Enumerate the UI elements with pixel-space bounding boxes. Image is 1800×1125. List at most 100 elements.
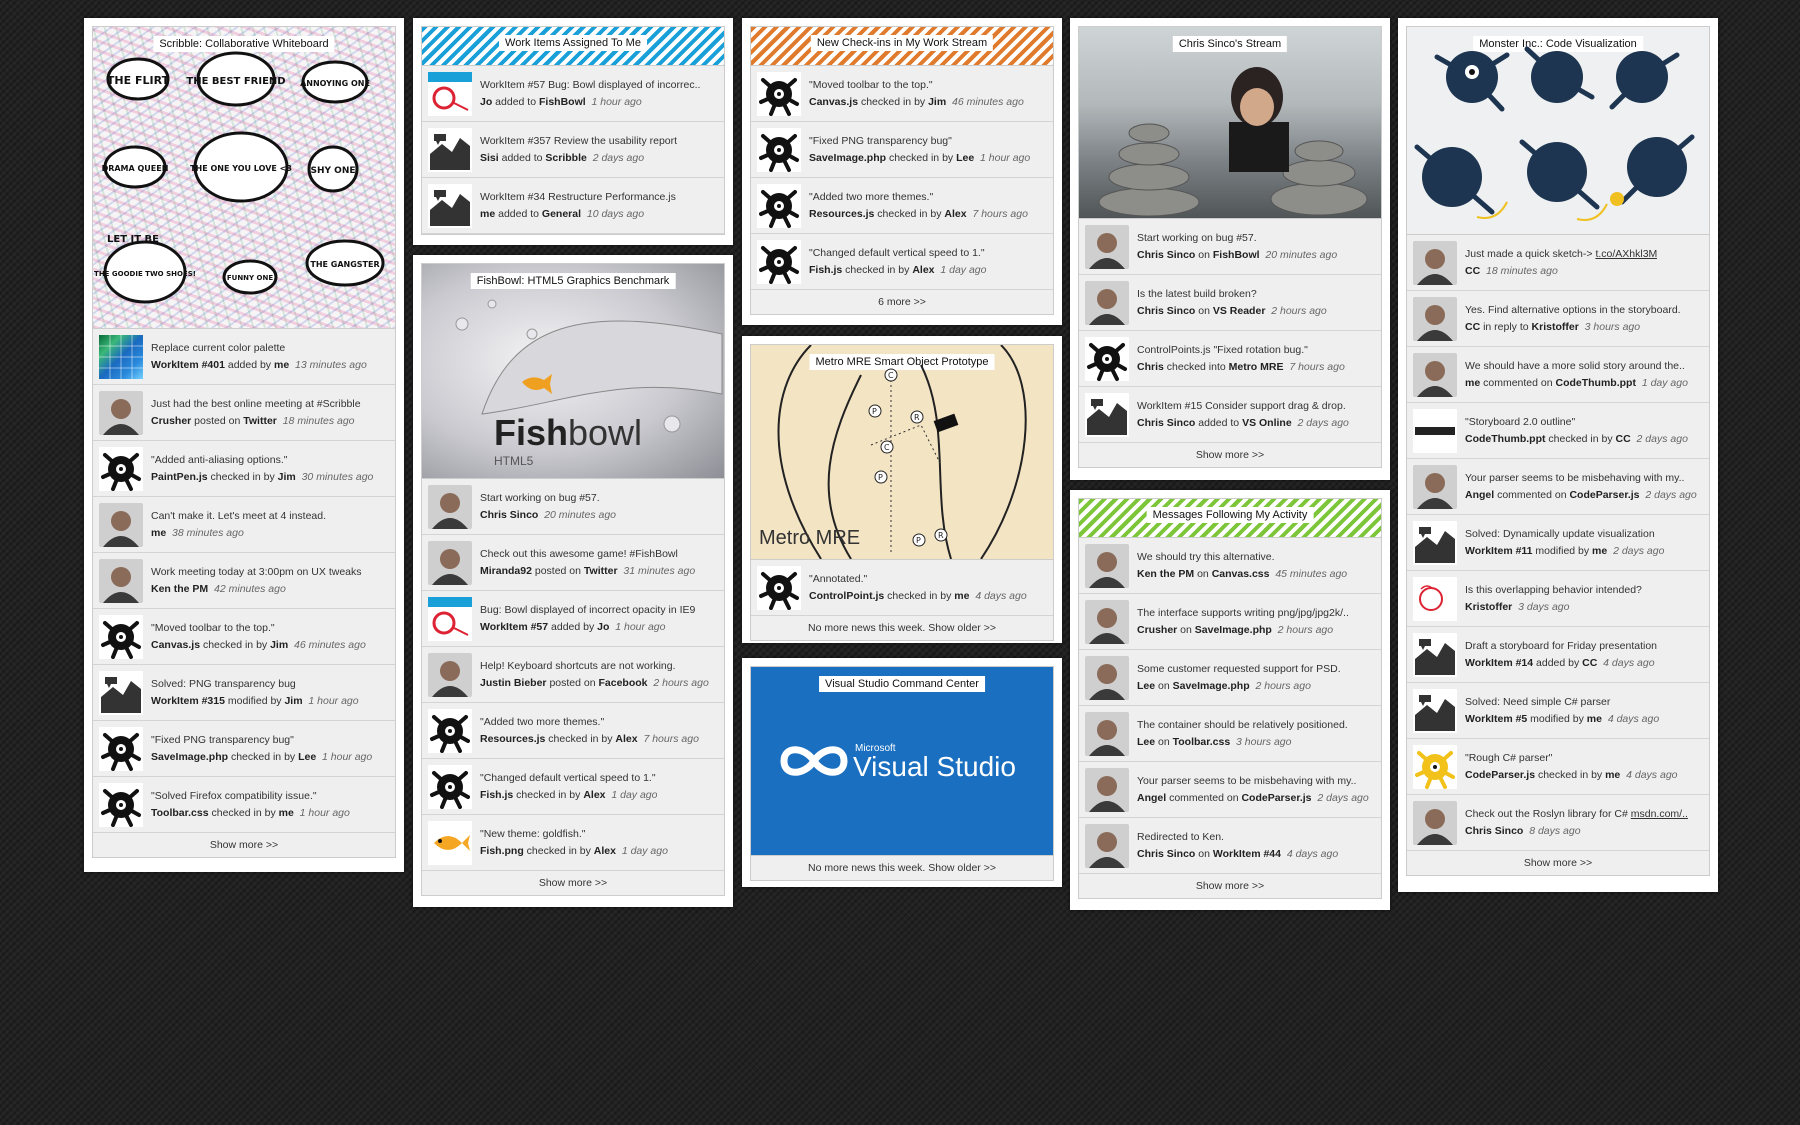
feed-item[interactable]: Yes. Find alternative options in the sto… bbox=[1407, 291, 1709, 347]
feed-item-source[interactable]: CC bbox=[1465, 265, 1480, 277]
feed-item-source[interactable]: Resources.js bbox=[480, 733, 545, 745]
feed-item-source[interactable]: Angel bbox=[1137, 792, 1166, 804]
feed-item-target[interactable]: Jim bbox=[284, 695, 302, 707]
feed-item-target[interactable]: CC bbox=[1582, 657, 1597, 669]
feed-item[interactable]: The container should be relatively posit… bbox=[1079, 706, 1381, 762]
vs-hero[interactable]: Visual Studio Command Center Microsoft V… bbox=[751, 667, 1053, 856]
feed-item-target[interactable]: me bbox=[1592, 545, 1607, 557]
feed-item[interactable]: Draft a storyboard for Friday presentati… bbox=[1407, 627, 1709, 683]
checkins-show-more[interactable]: 6 more >> bbox=[751, 290, 1053, 314]
feed-item-source[interactable]: Chris Sinco bbox=[1137, 848, 1195, 860]
feed-item-source[interactable]: Angel bbox=[1465, 489, 1494, 501]
feed-item-source[interactable]: WorkItem #315 bbox=[151, 695, 225, 707]
feed-item-target[interactable]: Jim bbox=[270, 639, 288, 651]
feed-item[interactable]: "Fixed PNG transparency bug" SaveImage.ph… bbox=[751, 122, 1053, 178]
feed-item-target[interactable]: me bbox=[1587, 713, 1602, 725]
feed-item[interactable]: Redirected to Ken. Chris Sinco on WorkIte… bbox=[1079, 818, 1381, 874]
feed-item-target[interactable]: Alex bbox=[944, 208, 966, 220]
feed-item-link[interactable]: t.co/AXhkl3M bbox=[1595, 248, 1657, 260]
feed-item-target[interactable]: CodeParser.js bbox=[1241, 792, 1311, 804]
feed-item-source[interactable]: Chris Sinco bbox=[480, 509, 538, 521]
feed-item[interactable]: Help! Keyboard shortcuts are not working… bbox=[422, 647, 724, 703]
feed-item-target[interactable]: Kristoffer bbox=[1532, 321, 1579, 333]
feed-item[interactable]: WorkItem #57 Bug: Bowl displayed of inco… bbox=[422, 66, 724, 122]
feed-item-target[interactable]: VS Online bbox=[1242, 417, 1292, 429]
feed-item-target[interactable]: SaveImage.php bbox=[1173, 680, 1250, 692]
feed-item[interactable]: "Changed default vertical speed to 1." Fi… bbox=[422, 759, 724, 815]
feed-item[interactable]: Just made a quick sketch-> t.co/AXhkl3M C… bbox=[1407, 235, 1709, 291]
feed-item-target[interactable]: Metro MRE bbox=[1229, 361, 1284, 373]
feed-item-source[interactable]: Crusher bbox=[151, 415, 191, 427]
feed-item-target[interactable]: Alex bbox=[594, 845, 616, 857]
feed-item-source[interactable]: Resources.js bbox=[809, 208, 874, 220]
feed-item-target[interactable]: me bbox=[274, 359, 289, 371]
chris-hero-photo[interactable]: Chris Sinco's Stream bbox=[1079, 27, 1381, 219]
feed-item[interactable]: Start working on bug #57. Chris Sinco 20 … bbox=[422, 479, 724, 535]
feed-item-link[interactable]: msdn.com/.. bbox=[1631, 808, 1688, 820]
feed-item-target[interactable]: WorkItem #44 bbox=[1213, 848, 1281, 860]
feed-item-source[interactable]: Chris Sinco bbox=[1137, 305, 1195, 317]
feed-item-source[interactable]: ControlPoint.js bbox=[809, 590, 884, 602]
metro-show-older[interactable]: No more news this week. Show older >> bbox=[751, 616, 1053, 640]
scribble-hero[interactable]: Scribble: Collaborative Whiteboard THE F… bbox=[93, 27, 395, 329]
feed-item[interactable]: Is the latest build broken? Chris Sinco o… bbox=[1079, 275, 1381, 331]
feed-item[interactable]: ControlPoints.js "Fixed rotation bug." Ch… bbox=[1079, 331, 1381, 387]
feed-item[interactable]: Check out the Roslyn library for C# msdn… bbox=[1407, 795, 1709, 851]
feed-item[interactable]: "New theme: goldfish." Fish.png checked i… bbox=[422, 815, 724, 871]
feed-item-source[interactable]: CodeThumb.ppt bbox=[1465, 433, 1545, 445]
feed-item-source[interactable]: Chris Sinco bbox=[1465, 825, 1523, 837]
feed-item-source[interactable]: WorkItem #401 bbox=[151, 359, 225, 371]
feed-item-source[interactable]: Chris Sinco bbox=[1137, 249, 1195, 261]
feed-item-target[interactable]: Jo bbox=[597, 621, 609, 633]
feed-item-source[interactable]: Kristoffer bbox=[1465, 601, 1512, 613]
feed-item[interactable]: "Added two more themes." Resources.js che… bbox=[422, 703, 724, 759]
feed-item-source[interactable]: Fish.js bbox=[480, 789, 513, 801]
feed-item[interactable]: Solved: PNG transparency bug WorkItem #31… bbox=[93, 665, 395, 721]
feed-item[interactable]: "Moved toolbar to the top." Canvas.js che… bbox=[93, 609, 395, 665]
feed-item[interactable]: Work meeting today at 3:00pm on UX tweak… bbox=[93, 553, 395, 609]
feed-item-source[interactable]: PaintPen.js bbox=[151, 471, 208, 483]
feed-item[interactable]: Solved: Need simple C# parser WorkItem #5… bbox=[1407, 683, 1709, 739]
feed-item[interactable]: We should try this alternative. Ken the P… bbox=[1079, 538, 1381, 594]
feed-item-target[interactable]: CodeParser.js bbox=[1569, 489, 1639, 501]
feed-item[interactable]: The interface supports writing png/jpg/j… bbox=[1079, 594, 1381, 650]
feed-item[interactable]: Solved: Dynamically update visualization… bbox=[1407, 515, 1709, 571]
scribble-show-more[interactable]: Show more >> bbox=[93, 833, 395, 857]
feed-item-source[interactable]: SaveImage.php bbox=[809, 152, 886, 164]
messages-show-more[interactable]: Show more >> bbox=[1079, 874, 1381, 898]
feed-item-source[interactable]: Toolbar.css bbox=[151, 807, 209, 819]
metro-hero[interactable]: Metro MRE Smart Object Prototype C P R C bbox=[751, 345, 1053, 560]
feed-item-target[interactable]: Alex bbox=[583, 789, 605, 801]
feed-item-source[interactable]: Canvas.js bbox=[809, 96, 858, 108]
monster-hero[interactable]: Monster Inc.: Code Visualization bbox=[1407, 27, 1709, 235]
feed-item-target[interactable]: me bbox=[279, 807, 294, 819]
feed-item[interactable]: Just had the best online meeting at #Scr… bbox=[93, 385, 395, 441]
feed-item-source[interactable]: WorkItem #11 bbox=[1465, 545, 1533, 557]
feed-item-target[interactable]: Scribble bbox=[545, 152, 586, 164]
feed-item-target[interactable]: CodeThumb.ppt bbox=[1555, 377, 1635, 389]
feed-item-target[interactable]: Lee bbox=[298, 751, 316, 763]
feed-item-target[interactable]: FishBowl bbox=[1213, 249, 1260, 261]
chris-show-more[interactable]: Show more >> bbox=[1079, 443, 1381, 467]
feed-item-target[interactable]: General bbox=[542, 208, 581, 220]
feed-item[interactable]: Check out this awesome game! #FishBowl Mi… bbox=[422, 535, 724, 591]
feed-item-source[interactable]: Miranda92 bbox=[480, 565, 532, 577]
feed-item-target[interactable]: Alex bbox=[615, 733, 637, 745]
feed-item[interactable]: "Changed default vertical speed to 1." Fi… bbox=[751, 234, 1053, 290]
feed-item-target[interactable]: me bbox=[954, 590, 969, 602]
feed-item-target[interactable]: me bbox=[1605, 769, 1620, 781]
feed-item-source[interactable]: Canvas.js bbox=[151, 639, 200, 651]
feed-item[interactable]: Replace current color palette WorkItem #4… bbox=[93, 329, 395, 385]
feed-item[interactable]: Can't make it. Let's meet at 4 instead. m… bbox=[93, 497, 395, 553]
feed-item[interactable]: Is this overlapping behavior intended? Kr… bbox=[1407, 571, 1709, 627]
feed-item[interactable]: Some customer requested support for PSD.… bbox=[1079, 650, 1381, 706]
feed-item-target[interactable]: Alex bbox=[912, 264, 934, 276]
feed-item-source[interactable]: Crusher bbox=[1137, 624, 1177, 636]
feed-item[interactable]: We should have a more solid story around… bbox=[1407, 347, 1709, 403]
feed-item-source[interactable]: Ken the PM bbox=[151, 583, 208, 595]
feed-item[interactable]: "Fixed PNG transparency bug" SaveImage.ph… bbox=[93, 721, 395, 777]
feed-item-target[interactable]: SaveImage.php bbox=[1195, 624, 1272, 636]
feed-item[interactable]: "Added two more themes." Resources.js che… bbox=[751, 178, 1053, 234]
feed-item-source[interactable]: me bbox=[1465, 377, 1480, 389]
fishbowl-hero[interactable]: FishBowl: HTML5 Graphics Benchmark Fishb… bbox=[422, 264, 724, 479]
